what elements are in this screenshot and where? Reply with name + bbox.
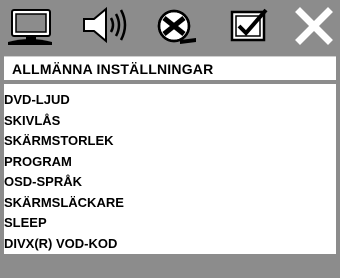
general-setup-icon[interactable] <box>6 6 54 46</box>
setup-category-bar <box>0 0 340 52</box>
menu-panel: DVD-LJUD SKIVLÅS SKÄRMSTORLEK PROGRAM OS… <box>4 84 336 254</box>
menu-list: DVD-LJUD SKIVLÅS SKÄRMSTORLEK PROGRAM OS… <box>4 90 124 254</box>
bottom-bar <box>0 254 340 278</box>
audio-setup-icon[interactable] <box>80 5 128 45</box>
menu-item-osd-language[interactable]: OSD-SPRÅK <box>4 172 124 193</box>
setup-menu-screen: ALLMÄNNA INSTÄLLNINGAR DVD-LJUD SKIVLÅS … <box>0 0 340 278</box>
menu-item-dvd-audio[interactable]: DVD-LJUD <box>4 90 124 111</box>
menu-item-sleep[interactable]: SLEEP <box>4 213 124 234</box>
exit-icon[interactable] <box>290 6 338 46</box>
menu-item-disc-lock[interactable]: SKIVLÅS <box>4 111 124 132</box>
page-title-bar: ALLMÄNNA INSTÄLLNINGAR <box>4 56 336 80</box>
menu-item-screen-size[interactable]: SKÄRMSTORLEK <box>4 131 124 152</box>
video-setup-icon[interactable] <box>152 6 200 46</box>
preferences-icon[interactable] <box>226 6 274 46</box>
menu-item-divx-vod-code[interactable]: DIVX(R) VOD-KOD <box>4 234 124 255</box>
menu-item-program[interactable]: PROGRAM <box>4 152 124 173</box>
page-title: ALLMÄNNA INSTÄLLNINGAR <box>12 61 214 77</box>
menu-item-screen-saver[interactable]: SKÄRMSLÄCKARE <box>4 193 124 214</box>
